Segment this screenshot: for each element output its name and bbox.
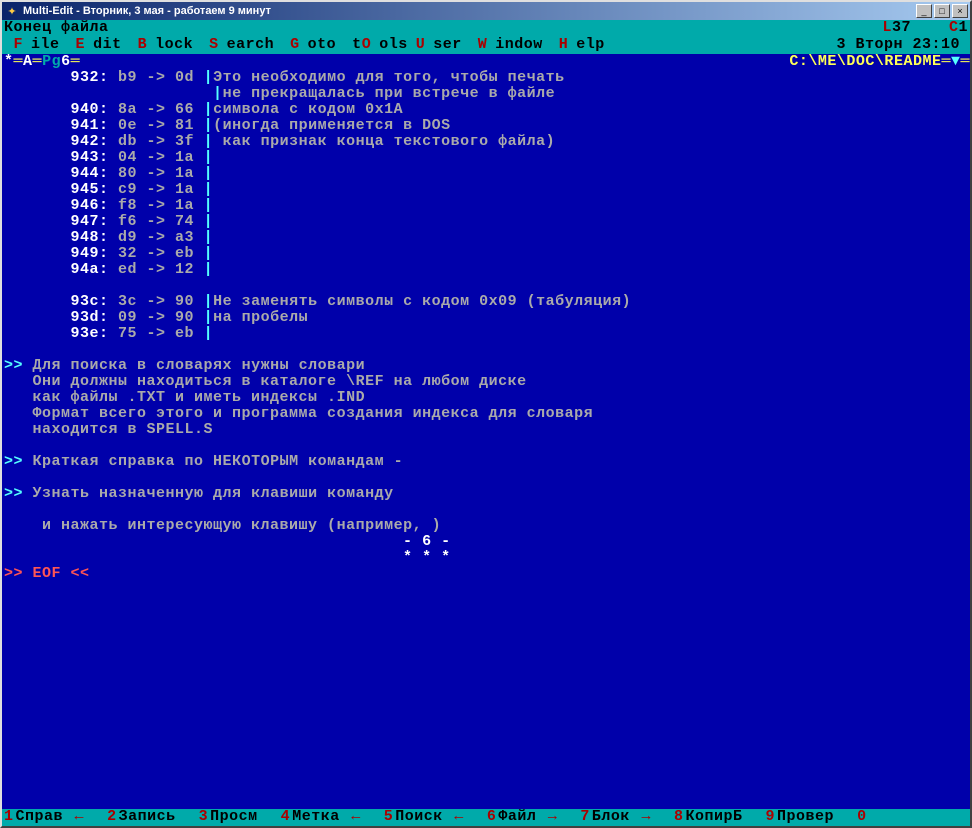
- menu-tools[interactable]: tOols: [352, 37, 408, 54]
- fkey-0[interactable]: 0: [857, 809, 890, 826]
- status-line: Конец файла L37 C1: [2, 20, 970, 37]
- modified-marker: *: [4, 54, 14, 70]
- editor-content[interactable]: 932: b9 -> 0d |Это необходимо для того, …: [2, 70, 970, 809]
- datetime: 3 Вторн 23:10: [836, 37, 960, 54]
- app-icon: ✦: [4, 3, 20, 19]
- fkey-8[interactable]: 8КопирБ: [674, 809, 764, 826]
- fkey-6[interactable]: 6Файл →: [487, 809, 579, 826]
- fkey-5[interactable]: 5Поиск ←: [384, 809, 485, 826]
- menu-goto[interactable]: Goto: [290, 37, 344, 54]
- function-keys: 1Справ ← 2Запись 3Просм 4Метка ← 5Поиск …: [2, 809, 970, 826]
- menu-user[interactable]: User: [416, 37, 470, 54]
- menu-edit[interactable]: Edit: [76, 37, 130, 54]
- minimize-button[interactable]: _: [916, 4, 932, 18]
- fkey-7[interactable]: 7Блок →: [580, 809, 672, 826]
- menu-block[interactable]: Block: [138, 37, 202, 54]
- menu-search[interactable]: Search: [209, 37, 282, 54]
- fkey-4[interactable]: 4Метка ←: [281, 809, 382, 826]
- file-path: C:\ME\DOC\README: [789, 54, 941, 70]
- menubar: File Edit Block Search Goto tOols User W…: [2, 37, 970, 54]
- window-title: Multi-Edit - Вторник, 3 мая - работаем 9…: [23, 5, 916, 17]
- close-button[interactable]: ×: [952, 4, 968, 18]
- fkey-1[interactable]: 1Справ ←: [4, 809, 105, 826]
- tab-bar: *═A═Pg6═ C:\ME\DOC\README═▼═: [2, 54, 970, 70]
- menu-file[interactable]: File: [4, 37, 68, 54]
- fkey-9[interactable]: 9Провер: [766, 809, 856, 826]
- menu-help[interactable]: Help: [559, 37, 613, 54]
- terminal: Конец файла L37 C1 File Edit Block Searc…: [2, 20, 970, 826]
- fkey-3[interactable]: 3Просм: [199, 809, 279, 826]
- maximize-button[interactable]: □: [934, 4, 950, 18]
- titlebar: ✦ Multi-Edit - Вторник, 3 мая - работаем…: [2, 2, 970, 20]
- menu-window[interactable]: Window: [478, 37, 551, 54]
- status-text: Конец файла: [4, 20, 882, 37]
- fkey-2[interactable]: 2Запись: [107, 809, 197, 826]
- app-window: ✦ Multi-Edit - Вторник, 3 мая - работаем…: [0, 0, 972, 828]
- window-controls: _ □ ×: [916, 4, 968, 18]
- cursor-position: L37 C1: [882, 20, 968, 37]
